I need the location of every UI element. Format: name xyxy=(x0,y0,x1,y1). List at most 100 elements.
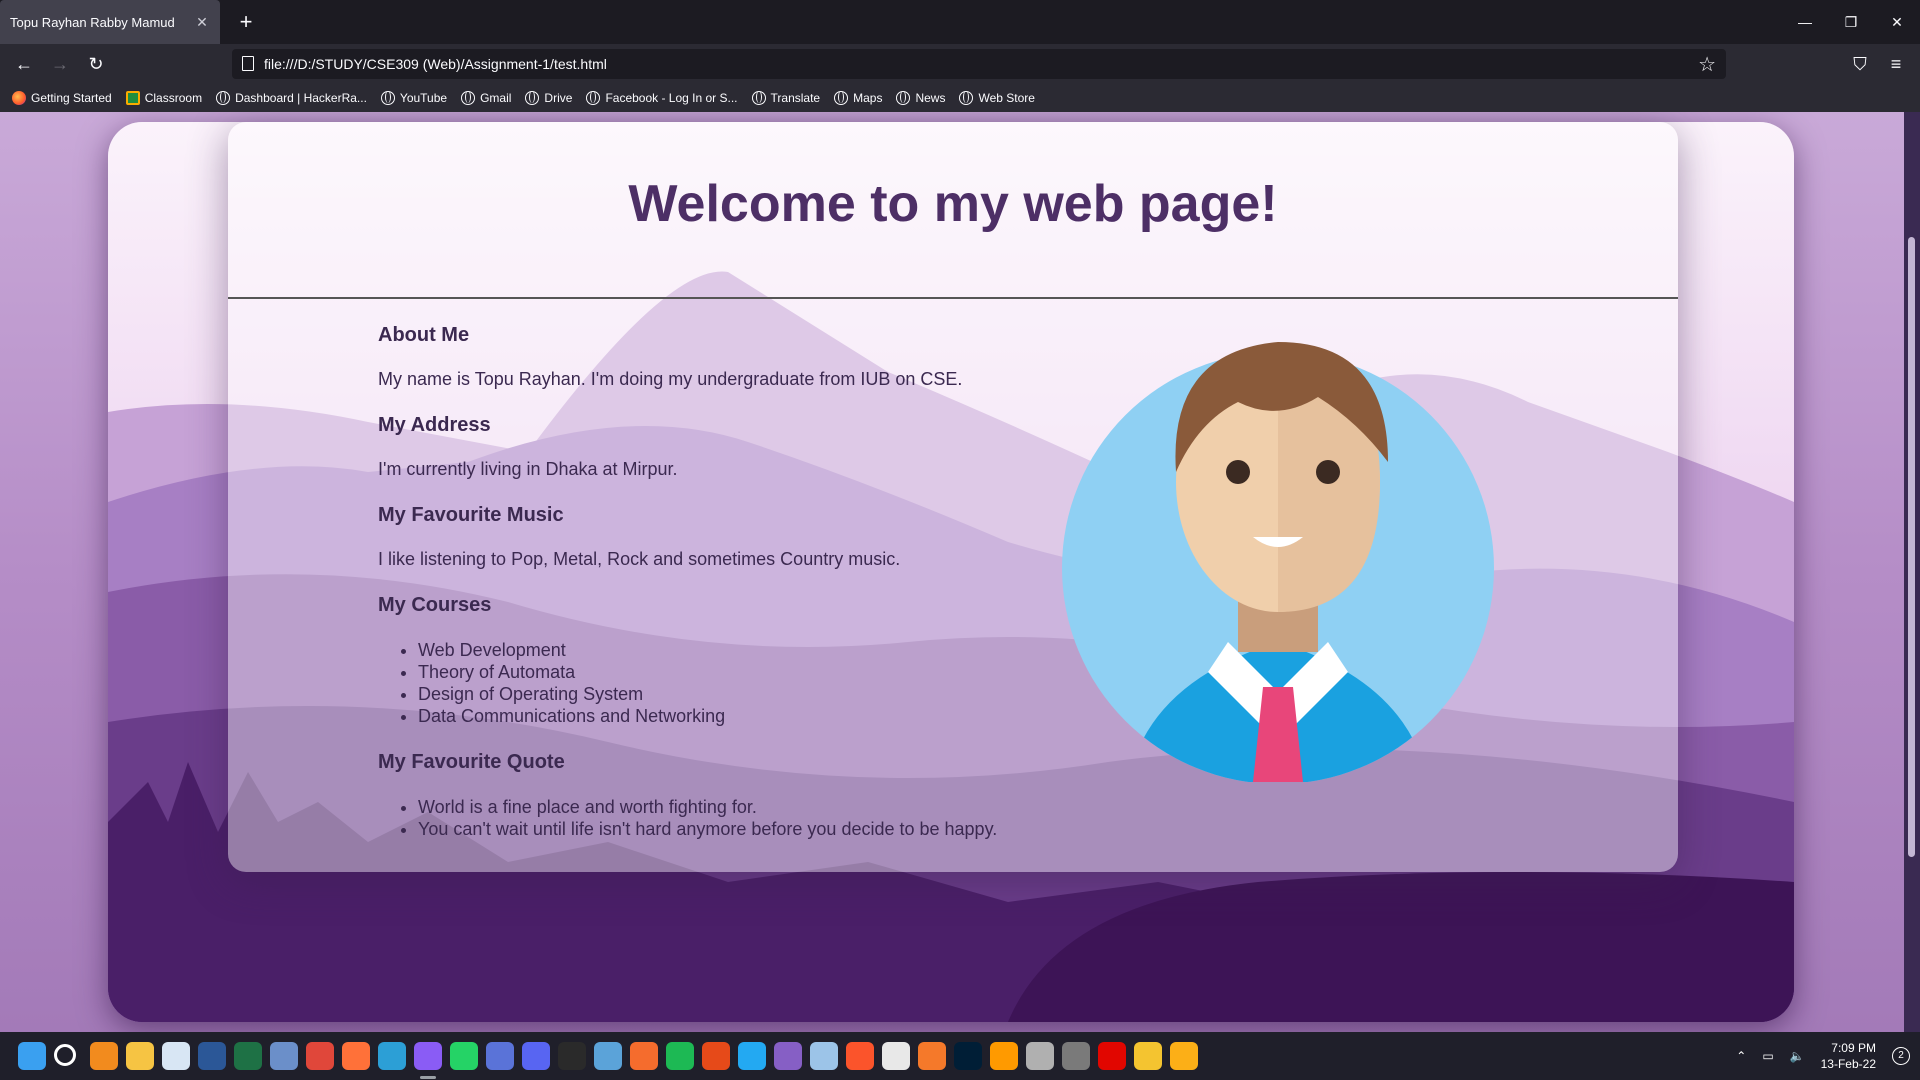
tab-title: Topu Rayhan Rabby Mamud xyxy=(10,14,175,30)
course-item: Theory of Automata xyxy=(418,661,1098,683)
unity-icon[interactable] xyxy=(882,1042,910,1070)
valorant-icon[interactable] xyxy=(1134,1042,1162,1070)
blender-icon[interactable] xyxy=(918,1042,946,1070)
globe-icon xyxy=(959,91,974,105)
word-icon[interactable] xyxy=(198,1042,226,1070)
forward-icon[interactable]: → xyxy=(48,52,72,76)
bookmark-item[interactable]: Classroom xyxy=(125,91,202,105)
new-tab-icon[interactable]: + xyxy=(234,10,258,34)
bookmark-item[interactable]: Gmail xyxy=(461,91,511,105)
restore-icon[interactable]: ❐ xyxy=(1840,12,1862,32)
back-icon[interactable]: ← xyxy=(12,52,36,76)
epic-games-icon[interactable] xyxy=(558,1042,586,1070)
messenger-icon[interactable] xyxy=(414,1042,442,1070)
rk-app-icon[interactable] xyxy=(1026,1042,1054,1070)
virtualbox-icon[interactable] xyxy=(810,1042,838,1070)
address-bar[interactable]: file:///D:/STUDY/CSE309 (Web)/Assignment… xyxy=(232,49,1726,79)
origin-icon[interactable] xyxy=(630,1042,658,1070)
whatsapp-icon[interactable] xyxy=(450,1042,478,1070)
search-icon[interactable] xyxy=(54,1044,76,1066)
address-heading: My Address xyxy=(378,414,491,436)
bookmark-label: Facebook - Log In or S... xyxy=(605,91,738,105)
bookmark-label: News xyxy=(915,91,946,105)
close-window-icon[interactable]: ✕ xyxy=(1886,12,1908,32)
scrollbar-thumb[interactable] xyxy=(1908,237,1915,857)
steam-icon[interactable] xyxy=(594,1042,622,1070)
task-manager-icon[interactable] xyxy=(270,1042,298,1070)
firefox-icon[interactable] xyxy=(342,1042,370,1070)
visual-studio-icon[interactable] xyxy=(774,1042,802,1070)
bookmark-item[interactable]: Web Store xyxy=(959,91,1035,105)
f1-game-icon[interactable] xyxy=(1098,1042,1126,1070)
file-explorer-icon[interactable] xyxy=(126,1042,154,1070)
bookmark-item[interactable]: Translate xyxy=(751,91,821,105)
bookmark-label: Getting Started xyxy=(31,91,112,105)
page-title: Welcome to my web page! xyxy=(628,175,1278,233)
navigation-toolbar: ← → ↻ file:///D:/STUDY/CSE309 (Web)/Assi… xyxy=(0,44,1920,84)
clock-date: 13-Feb-22 xyxy=(1820,1057,1876,1071)
globe-icon xyxy=(751,91,766,105)
globe-icon xyxy=(380,91,395,105)
volume-icon[interactable]: 🔈 xyxy=(1790,1049,1805,1063)
bookmark-label: Dashboard | HackerRa... xyxy=(235,91,367,105)
w-app-icon[interactable] xyxy=(486,1042,514,1070)
address-text: I'm currently living in Dhaka at Mirpur. xyxy=(378,459,678,479)
system-tray: ⌃ ▭ 🔈 7:09 PM 13-Feb-22 2 xyxy=(1736,1032,1910,1080)
music-text: I like listening to Pop, Metal, Rock and… xyxy=(378,549,901,569)
url-text[interactable]: file:///D:/STUDY/CSE309 (Web)/Assignment… xyxy=(264,56,607,72)
edge-icon[interactable] xyxy=(378,1042,406,1070)
page-scrollbar[interactable] xyxy=(1904,112,1920,1032)
close-tab-icon[interactable]: ✕ xyxy=(194,14,210,30)
bookmark-item[interactable]: YouTube xyxy=(380,91,448,105)
bookmark-label: YouTube xyxy=(399,91,448,105)
courses-heading: My Courses xyxy=(378,594,492,616)
browser-tab[interactable]: Topu Rayhan Rabby Mamud ✕ xyxy=(0,0,220,44)
brave-icon[interactable] xyxy=(846,1042,874,1070)
bookmark-item[interactable]: Drive xyxy=(525,91,572,105)
rockstar-icon[interactable] xyxy=(1170,1042,1198,1070)
menu-icon[interactable]: ≡ xyxy=(1884,52,1908,76)
illustrator-icon[interactable] xyxy=(990,1042,1018,1070)
page-icon xyxy=(242,56,254,71)
globe-icon xyxy=(525,91,540,105)
chrome-icon[interactable] xyxy=(306,1042,334,1070)
tray-chevron-icon[interactable]: ⌃ xyxy=(1736,1049,1746,1063)
bookmark-star-icon[interactable]: ☆ xyxy=(1698,52,1716,77)
minimize-icon[interactable]: — xyxy=(1794,12,1816,32)
discord-icon[interactable] xyxy=(522,1042,550,1070)
bookmark-item[interactable]: Getting Started xyxy=(12,91,112,105)
vscode-icon[interactable] xyxy=(738,1042,766,1070)
page-viewport: Welcome to my web page! About Me My name… xyxy=(0,112,1920,1032)
reload-icon[interactable]: ↻ xyxy=(84,52,108,76)
avatar-illustration xyxy=(1062,342,1494,782)
bookmark-item[interactable]: News xyxy=(896,91,945,105)
office-icon[interactable] xyxy=(702,1042,730,1070)
clock-time: 7:09 PM xyxy=(1831,1041,1876,1055)
quotes-list: World is a fine place and worth fighting… xyxy=(378,796,1098,840)
courses-list: Web Development Theory of Automata Desig… xyxy=(378,639,1098,727)
excel-icon[interactable] xyxy=(234,1042,262,1070)
bookmark-item[interactable]: Dashboard | HackerRa... xyxy=(216,91,367,105)
clock[interactable]: 7:09 PM 13-Feb-22 xyxy=(1821,1040,1876,1072)
globe-icon xyxy=(461,91,476,105)
bookmark-item[interactable]: Maps xyxy=(834,91,882,105)
active-app-indicator xyxy=(420,1076,436,1079)
bookmark-item[interactable]: Facebook - Log In or S... xyxy=(586,91,738,105)
pocket-icon[interactable]: ⛉ xyxy=(1848,52,1872,76)
network-icon[interactable]: ▭ xyxy=(1762,1049,1773,1063)
quote-item: You can't wait until life isn't hard any… xyxy=(418,818,1098,840)
obs-icon[interactable] xyxy=(1062,1042,1090,1070)
globe-icon xyxy=(834,91,849,105)
notepad-icon[interactable] xyxy=(162,1042,190,1070)
music-heading: My Favourite Music xyxy=(378,504,564,526)
everything-search-icon[interactable] xyxy=(90,1042,118,1070)
windows-start-icon[interactable] xyxy=(18,1042,46,1070)
spotify-icon[interactable] xyxy=(666,1042,694,1070)
globe-icon xyxy=(896,91,911,105)
photoshop-icon[interactable] xyxy=(954,1042,982,1070)
bookmark-label: Drive xyxy=(544,91,573,105)
notification-badge[interactable]: 2 xyxy=(1892,1047,1910,1065)
bookmark-label: Translate xyxy=(770,91,821,105)
firefox-icon xyxy=(12,91,26,105)
classroom-icon xyxy=(125,91,140,105)
